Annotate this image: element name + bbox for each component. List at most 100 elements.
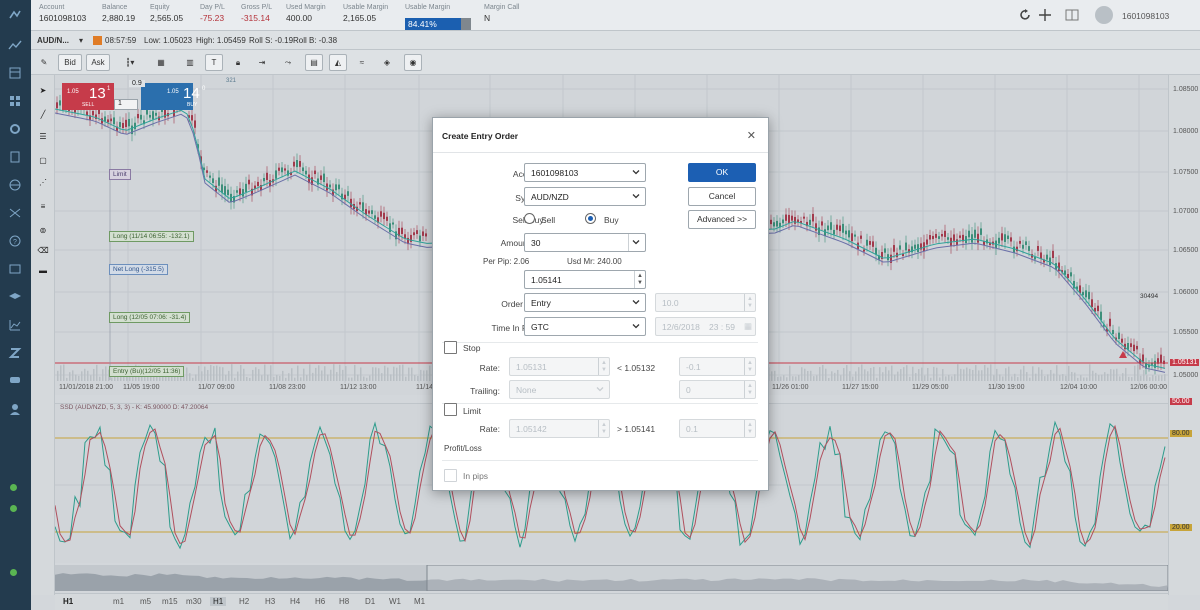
candlestick-type-icon[interactable]: ┇▾ <box>119 54 141 71</box>
timeframe-h8[interactable]: H8 <box>339 597 349 606</box>
amount-input[interactable]: 30 <box>524 233 646 252</box>
cursor-icon[interactable]: ➤ <box>36 83 50 97</box>
grid-icon[interactable] <box>7 66 23 80</box>
chat-icon[interactable] <box>7 374 23 388</box>
timeframe-h3[interactable]: H3 <box>265 597 275 606</box>
trend-tool-icon[interactable]: ⋰ <box>36 175 50 189</box>
stop-pips-stepper[interactable]: ▲ ▼ <box>744 358 755 375</box>
timeframe-m5[interactable]: m5 <box>140 597 151 606</box>
timeframe-h2[interactable]: H2 <box>239 597 249 606</box>
range-stepper[interactable]: ▲ ▼ <box>744 294 755 311</box>
limit-label[interactable]: Limit <box>463 406 481 416</box>
channel-tool-icon[interactable]: ≡ <box>36 199 50 213</box>
limit-rate-input[interactable]: 1.05142 ▲ ▼ <box>509 419 610 438</box>
trailing-pips-stepper[interactable]: ▲ ▼ <box>744 381 755 398</box>
timeframe-h1[interactable]: H1 <box>210 597 227 606</box>
timeframe-current[interactable]: H1 <box>63 597 73 606</box>
entry-order-label[interactable]: Entry (Bu)(12/05 11:36) <box>109 366 185 377</box>
limit-checkbox[interactable] <box>444 403 457 416</box>
indicators-icon[interactable]: ▤ <box>305 54 323 71</box>
order-type-range-input[interactable]: 10.0 ▲ ▼ <box>655 293 756 312</box>
timeframe-w1[interactable]: W1 <box>389 597 401 606</box>
timeframe-m15[interactable]: m15 <box>162 597 178 606</box>
navigator-strip[interactable] <box>55 564 1169 592</box>
limit-order-label[interactable]: Limit <box>109 169 131 180</box>
timeframe-mn1[interactable]: M1 <box>414 597 425 606</box>
compare-icon[interactable]: ▦ <box>152 54 170 71</box>
user-icon[interactable] <box>7 402 23 416</box>
screenshot-icon[interactable]: ◉ <box>404 54 422 71</box>
sell-radio[interactable] <box>524 213 535 224</box>
sell-button[interactable]: 1.05 13 1 SELL <box>62 83 114 110</box>
username[interactable]: 1601098103 <box>1122 11 1169 21</box>
add-icon[interactable] <box>1037 7 1053 23</box>
ruler-icon[interactable]: ▬ <box>36 263 50 277</box>
ask-button[interactable]: Ask <box>86 54 110 71</box>
scroll-end-icon[interactable]: ⇥ <box>255 54 269 71</box>
layout-icon[interactable] <box>7 94 23 108</box>
ok-button[interactable]: OK <box>688 163 756 182</box>
analytics-icon[interactable] <box>7 318 23 332</box>
symbol-selector[interactable]: AUD/N... <box>37 36 69 45</box>
trailing-pips-input[interactable]: 0 ▲ ▼ <box>679 380 756 399</box>
timeframe-m1[interactable]: m1 <box>113 597 124 606</box>
long-position-label[interactable]: Long (12/05 07:06: -31.4) <box>109 312 191 323</box>
price-axis[interactable]: 1.08500 1.08000 1.07500 1.07000 1.06500 … <box>1168 75 1200 595</box>
stop-label[interactable]: Stop <box>463 343 481 353</box>
advanced-button[interactable]: Advanced >> <box>688 210 756 229</box>
trade-icon[interactable] <box>7 38 23 52</box>
limit-pips-stepper[interactable]: ▲ ▼ <box>744 420 755 437</box>
stop-pips-input[interactable]: -0.1 ▲ ▼ <box>679 357 756 376</box>
in-pips-label[interactable]: In pips <box>463 471 488 481</box>
fibonacci-icon[interactable]: ☰ <box>36 129 50 143</box>
overlay-icon[interactable]: ▥ <box>181 54 199 71</box>
settings-gear-icon[interactable] <box>7 122 23 136</box>
sell-option-label[interactable]: Sell <box>541 215 555 225</box>
area-chart-icon[interactable]: ◭ <box>329 54 347 71</box>
timeframe-d1[interactable]: D1 <box>365 597 375 606</box>
symbol-select[interactable]: AUD/NZD <box>524 187 646 206</box>
layers-icon[interactable]: ◈ <box>380 54 394 71</box>
help-icon[interactable]: ? <box>7 234 23 248</box>
timeframe-h6[interactable]: H6 <box>315 597 325 606</box>
long-position-label[interactable]: Long (11/14 06:55: -132.1) <box>109 231 194 242</box>
net-long-label[interactable]: Net Long (-315.5) <box>109 264 168 275</box>
drawing-icon[interactable]: ≈ <box>355 54 369 71</box>
order-type-select[interactable]: Entry <box>524 293 646 312</box>
trailing-select[interactable]: None <box>509 380 610 399</box>
layout-toggle-icon[interactable] <box>1064 7 1080 23</box>
signals-icon[interactable] <box>7 206 23 220</box>
line-tool-icon[interactable]: ╱ <box>36 107 50 121</box>
calendar-icon[interactable]: ▦ <box>744 321 752 332</box>
chevron-down-icon[interactable] <box>631 237 641 247</box>
magnet-icon[interactable]: ⊚ <box>36 223 50 237</box>
stop-rate-stepper[interactable]: ▲ ▼ <box>598 358 609 375</box>
limit-rate-stepper[interactable]: ▲ ▼ <box>598 420 609 437</box>
avatar[interactable] <box>1095 6 1113 24</box>
stop-checkbox[interactable] <box>444 341 457 354</box>
globe-icon[interactable] <box>7 178 23 192</box>
navigator-canvas[interactable] <box>55 564 1169 592</box>
pencil-icon[interactable]: ✎ <box>37 54 51 71</box>
timeframe-h4[interactable]: H4 <box>290 597 300 606</box>
amount-input[interactable]: 1 <box>114 99 138 110</box>
rectangle-tool-icon[interactable]: ▢ <box>36 153 50 167</box>
limit-pips-input[interactable]: 0.1 ▲ ▼ <box>679 419 756 438</box>
time-in-force-select[interactable]: GTC <box>524 317 646 336</box>
app-logo-icon[interactable] <box>7 8 23 22</box>
text-tool-icon[interactable]: T <box>205 54 223 71</box>
stop-rate-input[interactable]: 1.05131 ▲ ▼ <box>509 357 610 376</box>
cancel-button[interactable]: Cancel <box>688 187 756 206</box>
buy-button[interactable]: 1.05 14 0 BUY <box>141 83 205 110</box>
timeframe-m30[interactable]: m30 <box>186 597 202 606</box>
chevron-down-icon[interactable]: ▾ <box>79 36 83 45</box>
buy-radio[interactable] <box>585 213 596 224</box>
news-icon[interactable] <box>7 262 23 276</box>
brand-z-icon[interactable] <box>7 346 23 360</box>
refresh-icon[interactable] <box>1017 7 1033 23</box>
rate-stepper[interactable]: ▲ ▼ <box>634 271 645 288</box>
fit-icon[interactable]: ⤳ <box>281 54 295 71</box>
bid-button[interactable]: Bid <box>58 54 82 71</box>
rate-input[interactable]: 1.05141 ▲ ▼ <box>524 270 646 289</box>
education-icon[interactable] <box>7 290 23 304</box>
